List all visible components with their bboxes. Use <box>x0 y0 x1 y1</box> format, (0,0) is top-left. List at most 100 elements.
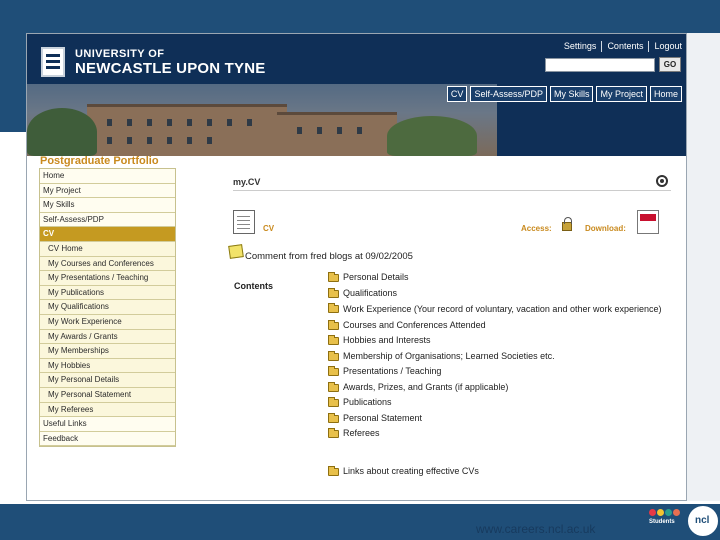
sidebar-item[interactable]: CV <box>40 227 175 242</box>
sidebar-item[interactable]: My Presentations / Teaching <box>40 271 175 286</box>
university-crest-icon <box>41 47 65 77</box>
university-name-line1: UNIVERSITY OF <box>75 48 165 60</box>
nav-tab-self-assess[interactable]: Self-Assess/PDP <box>470 86 547 102</box>
comment-text[interactable]: Comment from fred blogs at 09/02/2005 <box>245 251 413 262</box>
building-wing <box>277 112 397 156</box>
building-window <box>107 137 112 144</box>
folder-icon <box>328 287 339 298</box>
building-window <box>337 127 342 134</box>
nav-tab-cv[interactable]: CV <box>446 86 468 102</box>
campus-building-image <box>27 84 497 156</box>
folder-icon <box>328 366 339 376</box>
folder-icon <box>328 303 339 313</box>
folder-icon <box>328 350 339 361</box>
tree <box>27 108 97 156</box>
building-window <box>207 137 212 144</box>
go-button[interactable]: GO <box>659 57 681 72</box>
contents-item[interactable]: Hobbies and Interests <box>328 335 684 347</box>
contents-item[interactable]: Presentations / Teaching <box>328 366 684 378</box>
contents-item[interactable]: Referees <box>328 428 684 440</box>
contents-item[interactable]: Courses and Conferences Attended <box>328 319 684 332</box>
building-window <box>107 119 112 126</box>
footer-url[interactable]: www.careers.ncl.ac.uk <box>476 522 595 536</box>
students-logo-text: Students <box>649 519 675 525</box>
building-window <box>187 137 192 144</box>
folder-icon <box>328 465 339 476</box>
contents-item-label: Personal Details <box>343 272 409 282</box>
contents-item[interactable]: Qualifications <box>328 287 684 300</box>
search-input[interactable] <box>545 58 655 72</box>
contents-item-label: Links about creating effective CVs <box>343 465 479 476</box>
logo-dot <box>673 509 680 516</box>
contents-item-label: Presentations / Teaching <box>343 366 442 376</box>
sidebar-item[interactable]: My Project <box>40 183 175 199</box>
page-title: my.CV <box>233 177 261 187</box>
sidebar-item[interactable]: My Publications <box>40 285 175 301</box>
sidebar-item[interactable]: My Awards / Grants <box>40 329 175 345</box>
university-name-line2: NEWCASTLE UPON TYNE <box>75 60 266 77</box>
sidebar-item[interactable]: CV Home <box>40 241 175 257</box>
sidebar-item[interactable]: My Memberships <box>40 344 175 359</box>
building-window <box>317 127 322 134</box>
cv-document-icon[interactable] <box>233 210 255 234</box>
contents-item-label: Publications <box>343 397 392 407</box>
lock-icon[interactable] <box>562 217 572 231</box>
access-label: Access: <box>521 224 552 233</box>
main-nav-tabs: CV Self-Assess/PDP My Skills My Project … <box>446 86 682 102</box>
building-window <box>187 119 192 126</box>
sidebar-item[interactable]: My Personal Statement <box>40 387 175 403</box>
sidebar-item[interactable]: My Courses and Conferences <box>40 256 175 272</box>
contents-link[interactable]: Contents <box>607 41 643 52</box>
contents-item[interactable]: Personal Statement <box>328 412 684 425</box>
contents-item-label: Work Experience (Your record of voluntar… <box>343 304 662 314</box>
contents-item[interactable]: Personal Details <box>328 272 684 284</box>
sidebar-item[interactable]: My Hobbies <box>40 358 175 374</box>
contents-item-label: Hobbies and Interests <box>343 335 431 345</box>
contents-item[interactable]: Links about creating effective CVs <box>328 465 684 478</box>
nav-tab-home[interactable]: Home <box>649 86 682 102</box>
building-window <box>127 137 132 144</box>
sidebar-menu: Home My Project My Skills Self-Assess/PDP CV… <box>39 168 176 448</box>
cv-label: CV <box>263 224 275 233</box>
print-icon[interactable] <box>656 175 668 187</box>
folder-icon <box>328 428 339 438</box>
slide-footer-band <box>0 504 720 540</box>
sidebar-item[interactable]: My Personal Details <box>40 373 175 388</box>
settings-link[interactable]: Settings <box>564 41 597 52</box>
building-window <box>167 137 172 144</box>
building-window <box>297 127 302 134</box>
contents-item[interactable]: Work Experience (Your record of voluntar… <box>328 303 684 316</box>
contents-item-label: Awards, Prizes, and Grants (if applicabl… <box>343 381 509 392</box>
building-window <box>127 119 132 126</box>
folder-icon <box>328 397 339 407</box>
logout-link[interactable]: Logout <box>654 41 682 52</box>
comment-note-icon[interactable] <box>228 244 244 259</box>
building-window <box>357 127 362 134</box>
utility-links: Settings Contents Logout <box>564 41 682 52</box>
sidebar-item[interactable]: My Skills <box>40 198 175 213</box>
sidebar-item[interactable]: Useful Links <box>40 417 175 432</box>
sidebar-item[interactable]: My Work Experience <box>40 314 175 330</box>
building-window <box>167 119 172 126</box>
contents-item[interactable]: Membership of Organisations; Learned Soc… <box>328 350 684 363</box>
nav-tab-my-project[interactable]: My Project <box>596 86 647 102</box>
building-facade <box>87 104 287 156</box>
folder-icon <box>328 319 339 330</box>
building-window <box>247 119 252 126</box>
sidebar-item[interactable]: Home <box>40 169 175 184</box>
logo-dot <box>657 509 664 516</box>
title-divider <box>233 190 671 191</box>
pdf-download-icon[interactable] <box>637 210 659 234</box>
ncl-logo-text: ncl <box>695 515 710 526</box>
ncl-logo: ncl <box>686 504 720 538</box>
sidebar-item[interactable]: My Qualifications <box>40 300 175 315</box>
contents-item[interactable]: Awards, Prizes, and Grants (if applicabl… <box>328 381 684 394</box>
tree <box>387 116 477 156</box>
sidebar-item[interactable]: Self-Assess/PDP <box>40 212 175 228</box>
sidebar-item[interactable]: Feedback <box>40 431 175 447</box>
contents-item[interactable]: Publications <box>328 397 684 409</box>
portfolio-title: Postgraduate Portfolio <box>40 155 159 167</box>
nav-tab-my-skills[interactable]: My Skills <box>549 86 594 102</box>
sidebar-item[interactable]: My Referees <box>40 402 175 418</box>
contents-item-label: Personal Statement <box>343 412 423 423</box>
